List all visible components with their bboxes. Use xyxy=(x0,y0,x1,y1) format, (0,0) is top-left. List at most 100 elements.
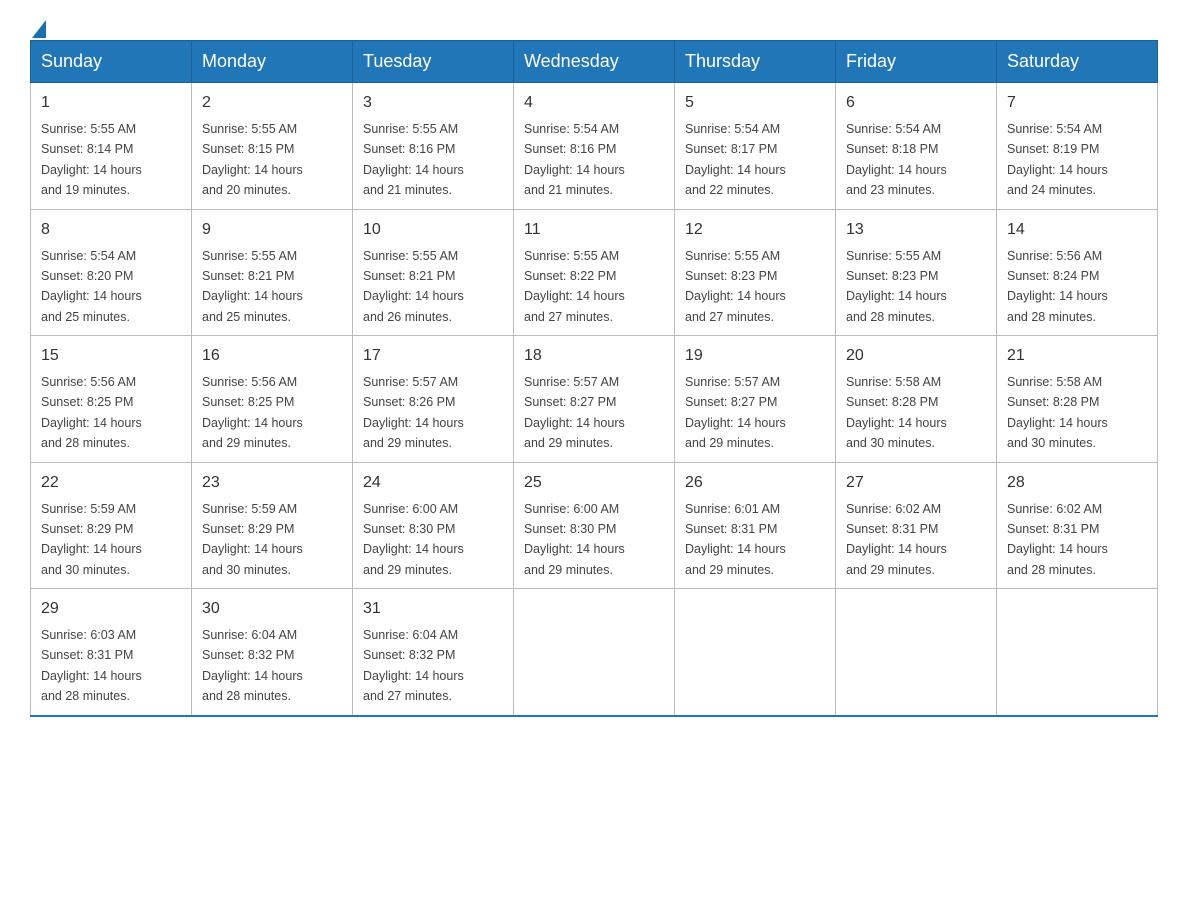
day-info: Sunrise: 5:59 AMSunset: 8:29 PMDaylight:… xyxy=(202,502,303,577)
calendar-week-row: 29 Sunrise: 6:03 AMSunset: 8:31 PMDayligh… xyxy=(31,589,1158,716)
logo xyxy=(30,20,46,30)
calendar-week-row: 8 Sunrise: 5:54 AMSunset: 8:20 PMDaylight… xyxy=(31,209,1158,336)
day-number: 8 xyxy=(41,218,181,242)
weekday-header-tuesday: Tuesday xyxy=(353,41,514,83)
day-info: Sunrise: 5:55 AMSunset: 8:23 PMDaylight:… xyxy=(685,249,786,324)
day-info: Sunrise: 6:00 AMSunset: 8:30 PMDaylight:… xyxy=(524,502,625,577)
day-number: 16 xyxy=(202,344,342,368)
day-info: Sunrise: 5:55 AMSunset: 8:21 PMDaylight:… xyxy=(363,249,464,324)
day-number: 18 xyxy=(524,344,664,368)
calendar-cell: 6 Sunrise: 5:54 AMSunset: 8:18 PMDaylight… xyxy=(836,83,997,210)
day-info: Sunrise: 6:02 AMSunset: 8:31 PMDaylight:… xyxy=(1007,502,1108,577)
day-number: 29 xyxy=(41,597,181,621)
day-number: 30 xyxy=(202,597,342,621)
calendar-cell: 12 Sunrise: 5:55 AMSunset: 8:23 PMDayligh… xyxy=(675,209,836,336)
calendar-cell: 3 Sunrise: 5:55 AMSunset: 8:16 PMDaylight… xyxy=(353,83,514,210)
calendar-week-row: 22 Sunrise: 5:59 AMSunset: 8:29 PMDayligh… xyxy=(31,462,1158,589)
calendar-cell: 4 Sunrise: 5:54 AMSunset: 8:16 PMDaylight… xyxy=(514,83,675,210)
calendar-cell: 15 Sunrise: 5:56 AMSunset: 8:25 PMDayligh… xyxy=(31,336,192,463)
day-info: Sunrise: 5:55 AMSunset: 8:21 PMDaylight:… xyxy=(202,249,303,324)
day-number: 13 xyxy=(846,218,986,242)
day-number: 22 xyxy=(41,471,181,495)
calendar-cell: 7Sunrise: 5:54 AMSunset: 8:19 PMDaylight… xyxy=(997,83,1158,210)
day-info: Sunrise: 5:57 AMSunset: 8:26 PMDaylight:… xyxy=(363,375,464,450)
calendar-cell: 30 Sunrise: 6:04 AMSunset: 8:32 PMDayligh… xyxy=(192,589,353,716)
calendar-cell: 26 Sunrise: 6:01 AMSunset: 8:31 PMDayligh… xyxy=(675,462,836,589)
calendar-cell: 25 Sunrise: 6:00 AMSunset: 8:30 PMDayligh… xyxy=(514,462,675,589)
weekday-header-saturday: Saturday xyxy=(997,41,1158,83)
day-number: 2 xyxy=(202,91,342,115)
day-number: 23 xyxy=(202,471,342,495)
day-number: 28 xyxy=(1007,471,1147,495)
day-number: 24 xyxy=(363,471,503,495)
day-info: Sunrise: 5:57 AMSunset: 8:27 PMDaylight:… xyxy=(524,375,625,450)
calendar-cell: 28 Sunrise: 6:02 AMSunset: 8:31 PMDayligh… xyxy=(997,462,1158,589)
day-info: Sunrise: 6:03 AMSunset: 8:31 PMDaylight:… xyxy=(41,628,142,703)
day-info: Sunrise: 5:56 AMSunset: 8:25 PMDaylight:… xyxy=(41,375,142,450)
day-number: 9 xyxy=(202,218,342,242)
calendar-cell: 22 Sunrise: 5:59 AMSunset: 8:29 PMDayligh… xyxy=(31,462,192,589)
day-info: Sunrise: 5:54 AMSunset: 8:18 PMDaylight:… xyxy=(846,122,947,197)
calendar-cell: 14 Sunrise: 5:56 AMSunset: 8:24 PMDayligh… xyxy=(997,209,1158,336)
calendar-cell: 10 Sunrise: 5:55 AMSunset: 8:21 PMDayligh… xyxy=(353,209,514,336)
day-info: Sunrise: 5:55 AMSunset: 8:14 PMDaylight:… xyxy=(41,122,142,197)
calendar-cell xyxy=(514,589,675,716)
day-number: 6 xyxy=(846,91,986,115)
day-info: Sunrise: 5:55 AMSunset: 8:23 PMDaylight:… xyxy=(846,249,947,324)
calendar-cell: 1 Sunrise: 5:55 AMSunset: 8:14 PMDaylight… xyxy=(31,83,192,210)
day-number: 15 xyxy=(41,344,181,368)
day-number: 26 xyxy=(685,471,825,495)
weekday-header-monday: Monday xyxy=(192,41,353,83)
day-number: 25 xyxy=(524,471,664,495)
calendar-cell: 18 Sunrise: 5:57 AMSunset: 8:27 PMDayligh… xyxy=(514,336,675,463)
weekday-header-sunday: Sunday xyxy=(31,41,192,83)
calendar-cell: 2 Sunrise: 5:55 AMSunset: 8:15 PMDaylight… xyxy=(192,83,353,210)
day-number: 17 xyxy=(363,344,503,368)
day-number: 21 xyxy=(1007,344,1147,368)
calendar-cell: 19 Sunrise: 5:57 AMSunset: 8:27 PMDayligh… xyxy=(675,336,836,463)
day-info: Sunrise: 5:55 AMSunset: 8:16 PMDaylight:… xyxy=(363,122,464,197)
weekday-header-friday: Friday xyxy=(836,41,997,83)
calendar-cell: 20Sunrise: 5:58 AMSunset: 8:28 PMDayligh… xyxy=(836,336,997,463)
weekday-header-row: SundayMondayTuesdayWednesdayThursdayFrid… xyxy=(31,41,1158,83)
calendar-cell: 31 Sunrise: 6:04 AMSunset: 8:32 PMDayligh… xyxy=(353,589,514,716)
day-info: Sunrise: 5:56 AMSunset: 8:24 PMDaylight:… xyxy=(1007,249,1108,324)
day-number: 4 xyxy=(524,91,664,115)
calendar-week-row: 1 Sunrise: 5:55 AMSunset: 8:14 PMDaylight… xyxy=(31,83,1158,210)
day-number: 3 xyxy=(363,91,503,115)
day-info: Sunrise: 5:55 AMSunset: 8:15 PMDaylight:… xyxy=(202,122,303,197)
calendar-table: SundayMondayTuesdayWednesdayThursdayFrid… xyxy=(30,40,1158,717)
calendar-cell: 29 Sunrise: 6:03 AMSunset: 8:31 PMDayligh… xyxy=(31,589,192,716)
day-info: Sunrise: 5:55 AMSunset: 8:22 PMDaylight:… xyxy=(524,249,625,324)
day-number: 11 xyxy=(524,218,664,242)
day-info: Sunrise: 5:54 AMSunset: 8:20 PMDaylight:… xyxy=(41,249,142,324)
day-info: Sunrise: 5:59 AMSunset: 8:29 PMDaylight:… xyxy=(41,502,142,577)
day-number: 5 xyxy=(685,91,825,115)
calendar-week-row: 15 Sunrise: 5:56 AMSunset: 8:25 PMDayligh… xyxy=(31,336,1158,463)
day-info: Sunrise: 6:04 AMSunset: 8:32 PMDaylight:… xyxy=(202,628,303,703)
day-number: 1 xyxy=(41,91,181,115)
day-number: 19 xyxy=(685,344,825,368)
calendar-cell: 5Sunrise: 5:54 AMSunset: 8:17 PMDaylight… xyxy=(675,83,836,210)
calendar-cell: 16 Sunrise: 5:56 AMSunset: 8:25 PMDayligh… xyxy=(192,336,353,463)
day-number: 31 xyxy=(363,597,503,621)
day-info: Sunrise: 6:04 AMSunset: 8:32 PMDaylight:… xyxy=(363,628,464,703)
calendar-cell: 17 Sunrise: 5:57 AMSunset: 8:26 PMDayligh… xyxy=(353,336,514,463)
calendar-cell: 13 Sunrise: 5:55 AMSunset: 8:23 PMDayligh… xyxy=(836,209,997,336)
day-info: Sunrise: 6:00 AMSunset: 8:30 PMDaylight:… xyxy=(363,502,464,577)
day-number: 12 xyxy=(685,218,825,242)
calendar-cell xyxy=(836,589,997,716)
calendar-cell: 8 Sunrise: 5:54 AMSunset: 8:20 PMDaylight… xyxy=(31,209,192,336)
logo-arrow-icon xyxy=(32,20,46,38)
day-info: Sunrise: 5:58 AMSunset: 8:28 PMDaylight:… xyxy=(846,375,947,450)
day-number: 10 xyxy=(363,218,503,242)
calendar-cell: 9 Sunrise: 5:55 AMSunset: 8:21 PMDaylight… xyxy=(192,209,353,336)
day-info: Sunrise: 6:01 AMSunset: 8:31 PMDaylight:… xyxy=(685,502,786,577)
day-info: Sunrise: 5:58 AMSunset: 8:28 PMDaylight:… xyxy=(1007,375,1108,450)
day-info: Sunrise: 5:57 AMSunset: 8:27 PMDaylight:… xyxy=(685,375,786,450)
day-info: Sunrise: 5:54 AMSunset: 8:19 PMDaylight:… xyxy=(1007,122,1108,197)
calendar-cell: 11 Sunrise: 5:55 AMSunset: 8:22 PMDayligh… xyxy=(514,209,675,336)
day-info: Sunrise: 5:54 AMSunset: 8:16 PMDaylight:… xyxy=(524,122,625,197)
day-number: 14 xyxy=(1007,218,1147,242)
day-info: Sunrise: 5:56 AMSunset: 8:25 PMDaylight:… xyxy=(202,375,303,450)
